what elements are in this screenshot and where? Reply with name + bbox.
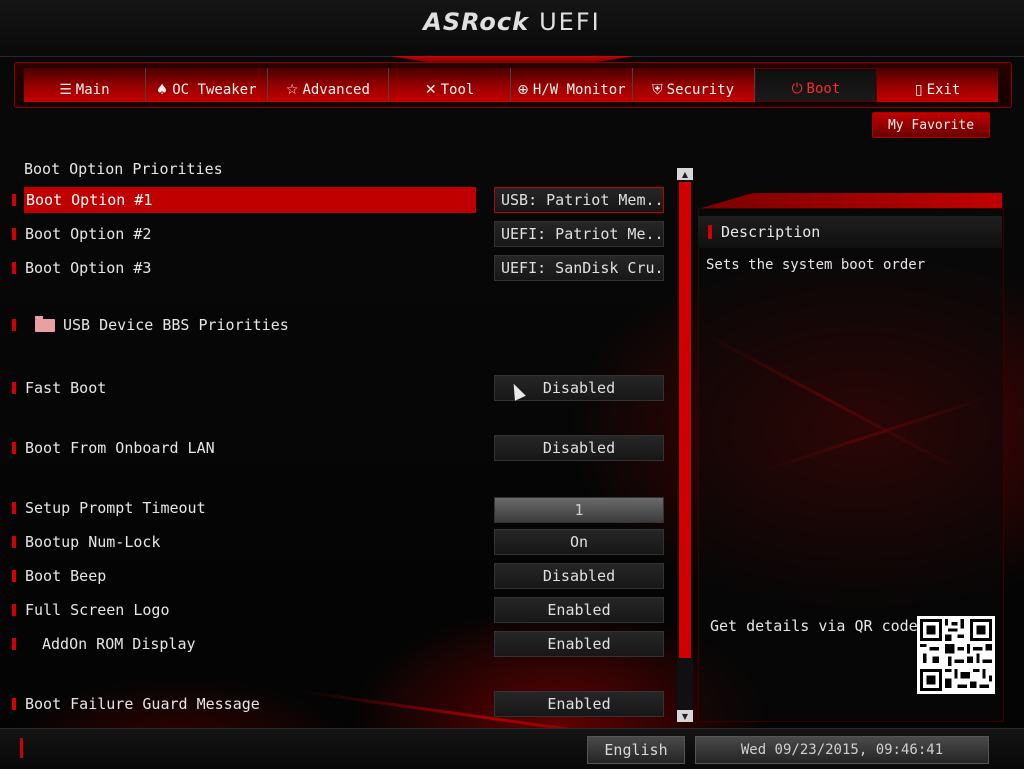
main-nav: ☰ Main ♠ OC Tweaker ☆ Advanced ✕ Tool ⊕ H/W M…	[24, 68, 998, 102]
boot-failure-guard-message-value[interactable]: Enabled	[494, 691, 664, 717]
row-marker	[12, 262, 16, 274]
boot-failure-guard-message[interactable]: Boot Failure Guard Message	[12, 691, 476, 717]
header: ASRock UEFI	[0, 0, 1024, 57]
option-label: Boot From Onboard LAN	[25, 439, 215, 457]
fast-boot[interactable]: Fast Boot	[12, 375, 476, 401]
qr-label: Get details via QR code	[710, 617, 918, 635]
option-label: USB Device BBS Priorities	[63, 316, 289, 334]
row-marker	[12, 604, 16, 616]
crosshair-icon: ⊕	[517, 82, 529, 98]
selection-marker	[12, 194, 16, 206]
row-marker	[12, 442, 16, 454]
row-marker	[12, 570, 16, 582]
row-marker	[12, 698, 16, 710]
option-label: Boot Option #1	[26, 191, 153, 209]
setup-prompt-timeout-input[interactable]: 1	[494, 497, 664, 523]
tab-oc-tweaker[interactable]: ♠ OC Tweaker	[145, 68, 268, 102]
tab-label: Security	[666, 82, 735, 98]
brand-logo: ASRock	[423, 8, 530, 36]
tab-label: Advanced	[302, 82, 370, 98]
star-icon: ☆	[285, 82, 299, 98]
row-marker	[12, 502, 16, 514]
option-label: AddOn ROM Display	[42, 635, 196, 653]
row-marker	[12, 382, 16, 394]
tools-icon: ✕	[424, 82, 437, 98]
row-marker	[12, 228, 16, 240]
option-label: Fast Boot	[25, 379, 107, 397]
door-icon: ▯	[914, 82, 923, 98]
usb-device-bbs-priorities[interactable]: USB Device BBS Priorities	[12, 312, 476, 338]
setup-prompt-timeout[interactable]: Setup Prompt Timeout	[12, 495, 476, 521]
row-marker	[12, 638, 16, 650]
boot-option-3[interactable]: Boot Option #3	[12, 255, 476, 281]
tab-hw-monitor[interactable]: ⊕ H/W Monitor	[511, 68, 633, 102]
boot-option-1-value[interactable]: USB: Patriot Mem...	[494, 187, 664, 213]
bootup-num-lock[interactable]: Bootup Num-Lock	[12, 529, 476, 555]
row-marker	[12, 319, 16, 331]
option-label: Boot Beep	[25, 567, 107, 585]
option-label: Boot Option #3	[25, 259, 152, 277]
description-header: Description	[698, 216, 1002, 248]
datetime-display: Wed 09/23/2015, 09:46:41	[695, 736, 989, 764]
shield-icon: ⛨	[652, 82, 663, 98]
boot-option-2[interactable]: Boot Option #2	[12, 221, 476, 247]
product-name: UEFI	[539, 8, 601, 36]
full-screen-logo-value[interactable]: Enabled	[494, 597, 664, 623]
boot-option-2-value[interactable]: UEFI: Patriot Me...	[494, 221, 664, 247]
folder-icon	[35, 315, 55, 332]
tab-label: H/W Monitor	[532, 82, 626, 98]
description-text: Sets the system boot order	[706, 257, 926, 273]
language-button[interactable]: English	[587, 736, 685, 764]
option-label: Bootup Num-Lock	[25, 533, 161, 551]
tab-label: Exit	[926, 82, 961, 98]
boot-option-1[interactable]: Boot Option #1	[24, 187, 476, 213]
full-screen-logo[interactable]: Full Screen Logo	[12, 597, 476, 623]
my-favorite-button[interactable]: My Favorite	[872, 112, 990, 138]
description-title: Description	[721, 223, 821, 241]
boot-from-onboard-lan-value[interactable]: Disabled	[494, 435, 664, 461]
tab-exit[interactable]: ▯ Exit	[877, 68, 998, 102]
addon-rom-display-value[interactable]: Enabled	[494, 631, 664, 657]
scrollbar-thumb[interactable]	[679, 182, 691, 658]
option-label: Setup Prompt Timeout	[25, 499, 206, 517]
app-title: ASRock UEFI	[0, 8, 1024, 36]
boot-beep-value[interactable]: Disabled	[494, 563, 664, 589]
rocket-icon: ♠	[155, 82, 169, 98]
footer-marker	[20, 738, 23, 758]
scrollbar[interactable]: ▲ ▼	[677, 168, 693, 722]
tab-boot[interactable]: ⏻ Boot	[754, 68, 878, 102]
tab-label: Boot	[806, 81, 841, 97]
boot-from-onboard-lan[interactable]: Boot From Onboard LAN	[12, 435, 476, 461]
section-title: Boot Option Priorities	[24, 160, 223, 178]
boot-beep[interactable]: Boot Beep	[12, 563, 476, 589]
header-marker	[708, 225, 712, 239]
boot-option-3-value[interactable]: UEFI: SanDisk Cru...	[494, 255, 664, 281]
tab-tool[interactable]: ✕ Tool	[389, 68, 511, 102]
bootup-num-lock-value[interactable]: On	[494, 529, 664, 555]
scroll-down-icon[interactable]: ▼	[677, 710, 693, 722]
qr-code-icon	[917, 616, 995, 694]
list-icon: ☰	[59, 82, 72, 98]
tab-label: Tool	[440, 82, 475, 98]
row-marker	[12, 536, 16, 548]
tab-label: OC Tweaker	[172, 82, 257, 98]
option-label: Full Screen Logo	[25, 601, 170, 619]
tab-security[interactable]: ⛨ Security	[632, 68, 755, 102]
tab-advanced[interactable]: ☆ Advanced	[267, 68, 390, 102]
addon-rom-display[interactable]: AddOn ROM Display	[12, 631, 476, 657]
scroll-up-icon[interactable]: ▲	[677, 168, 693, 180]
tab-label: Main	[75, 82, 110, 98]
power-icon: ⏻	[791, 81, 803, 97]
tab-main[interactable]: ☰ Main	[24, 68, 146, 102]
option-label: Boot Failure Guard Message	[25, 695, 260, 713]
option-label: Boot Option #2	[25, 225, 152, 243]
